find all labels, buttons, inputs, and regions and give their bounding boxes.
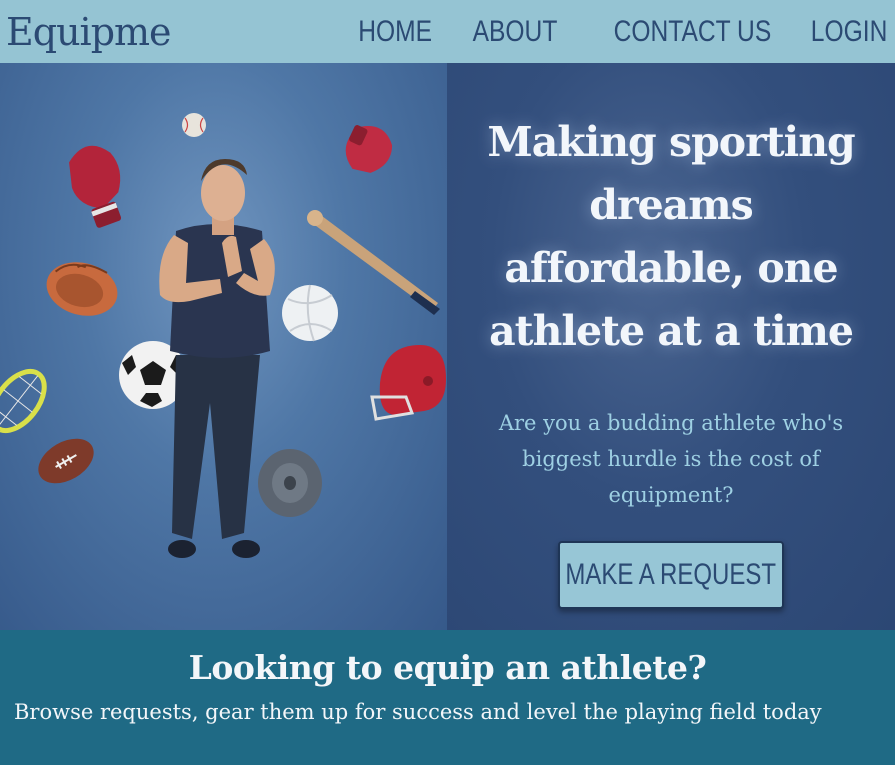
baseball-icon [182,113,206,137]
weight-plate-icon [258,449,322,517]
football-helmet-icon [370,345,446,421]
brand-logo[interactable]: Equipme [6,10,172,54]
make-request-button[interactable]: MAKE A REQUEST [558,541,784,609]
volleyball-icon [282,284,338,342]
athlete-figure [159,159,275,558]
nav-link-about[interactable]: ABOUT [473,15,558,49]
baseball-mitt-icon [46,262,118,316]
nav-links: HOME ABOUT CONTACT US LOGIN [342,15,887,49]
boxing-glove-icon [69,145,122,228]
hero-subtitle: Are you a budding athlete who's biggest … [498,411,844,507]
nav-link-login[interactable]: LOGIN [810,15,887,49]
section-text: Browse requests, gear them up for succes… [14,700,822,724]
equip-athlete-section: Looking to equip an athlete? Browse requ… [0,630,895,765]
hero-copy: Making sporting dreams affordable, one a… [447,63,895,630]
hero-title: Making sporting dreams affordable, one a… [487,118,855,355]
section-title: Looking to equip an athlete? [188,648,707,687]
hero-image [0,63,447,630]
make-request-button-label: MAKE A REQUEST [565,558,777,591]
athlete-illustration [0,113,446,558]
navbar: Equipme HOME ABOUT CONTACT US LOGIN [0,0,895,63]
nav-link-contact-us[interactable]: CONTACT US [614,15,772,49]
american-football-icon [38,438,94,484]
boxing-glove-icon [345,125,393,173]
hero-section: Making sporting dreams affordable, one a… [0,63,895,630]
nav-link-home[interactable]: HOME [358,15,432,49]
